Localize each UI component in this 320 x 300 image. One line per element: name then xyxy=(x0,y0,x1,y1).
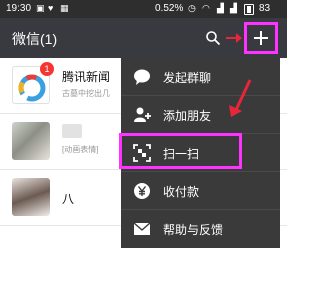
chat-preview: 古墓中挖出几 xyxy=(62,89,110,98)
battery-level: 83 xyxy=(259,3,271,14)
status-bar: 19:30 ▣ ♥ ▦ 0.52% ◷ ◠ ▟ ▟ 83 xyxy=(0,0,287,18)
menu-item-label: 帮助与反馈 xyxy=(163,223,224,237)
menu-item-label: 添加朋友 xyxy=(163,109,212,123)
title-bar: 微信(1) xyxy=(0,18,287,58)
image-icon: ▦ xyxy=(60,3,69,13)
battery-icon xyxy=(244,4,254,15)
menu-item-group-chat[interactable]: 发起群聊 xyxy=(121,58,280,96)
annotation-arrow-icon xyxy=(226,33,242,43)
chat-name-blurred xyxy=(62,124,82,138)
menu-item-label: 收付款 xyxy=(163,185,200,199)
chat-preview: [动画表情] xyxy=(62,145,99,154)
wifi-icon: ◠ xyxy=(202,3,210,13)
add-friend-icon xyxy=(134,107,151,122)
unread-badge: 1 xyxy=(40,62,54,76)
scan-highlight-box xyxy=(119,133,242,169)
signal-strength-icon: ▟ xyxy=(230,3,237,13)
chat-name: 八 xyxy=(62,192,75,206)
menu-item-help[interactable]: 帮助与反馈 xyxy=(121,210,280,248)
avatar xyxy=(12,178,50,216)
status-percent: 0.52% xyxy=(155,3,184,14)
chat-bubble-icon xyxy=(134,69,150,85)
menu-item-label: 发起群聊 xyxy=(163,71,212,85)
signal-icon: ▟ xyxy=(217,3,224,13)
search-icon[interactable] xyxy=(205,30,221,46)
plus-icon xyxy=(254,31,268,45)
annotation-arrow-icon xyxy=(229,79,252,117)
menu-item-add-friend[interactable]: 添加朋友 xyxy=(121,96,280,134)
shield-icon: ♥ xyxy=(48,3,54,13)
add-button[interactable] xyxy=(244,22,278,54)
yen-icon xyxy=(134,183,150,199)
menu-item-payment[interactable]: 收付款 xyxy=(121,172,280,210)
page-title: 微信(1) xyxy=(12,31,58,47)
chat-name: 腾讯新闻 xyxy=(62,70,111,84)
status-time: 19:30 xyxy=(6,3,32,14)
avatar xyxy=(12,122,50,160)
mail-icon xyxy=(133,222,151,235)
notification-icon: ▣ xyxy=(36,3,45,13)
alarm-icon: ◷ xyxy=(188,3,196,13)
